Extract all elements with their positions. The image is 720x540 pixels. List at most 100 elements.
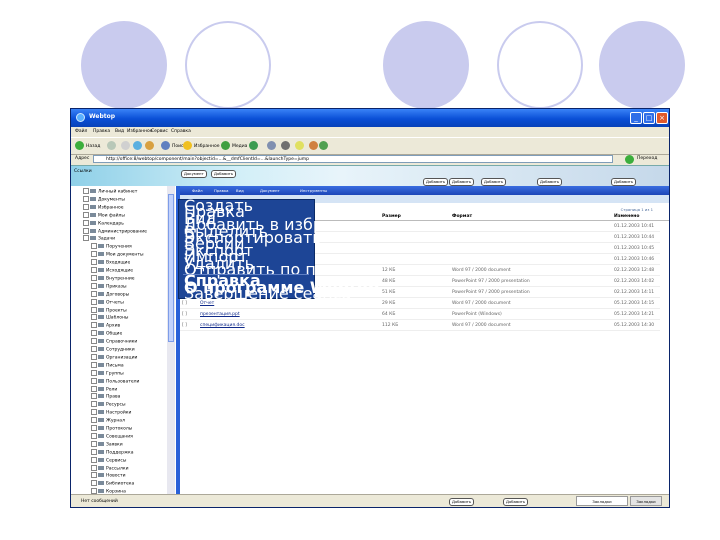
tree-item[interactable]: Мои файлы bbox=[83, 211, 125, 220]
tree-item[interactable]: Заявки bbox=[91, 440, 123, 449]
table-row[interactable]: [ ] спецификация.doc 112 КБ Word 97 / 2000 … bbox=[180, 321, 660, 331]
header-tab[interactable]: Инструменты bbox=[300, 188, 327, 193]
tree-item[interactable]: Справочники bbox=[91, 338, 137, 346]
expand-toggle-icon[interactable] bbox=[91, 377, 97, 384]
expand-toggle-icon[interactable] bbox=[91, 290, 97, 297]
tree-item[interactable]: Мои документы bbox=[91, 251, 144, 259]
menu-view[interactable]: Вид bbox=[115, 129, 124, 134]
home-button[interactable] bbox=[145, 141, 156, 151]
tree-item[interactable]: Архив bbox=[91, 322, 120, 330]
tree-item[interactable]: Ресурсы bbox=[91, 401, 126, 409]
print-button[interactable] bbox=[281, 141, 292, 151]
tree-item[interactable]: Протоколы bbox=[91, 425, 132, 433]
expand-toggle-icon[interactable] bbox=[91, 353, 97, 360]
menu-help[interactable]: Справка bbox=[171, 129, 191, 134]
close-button[interactable]: × bbox=[656, 112, 668, 124]
tab-bookmarks[interactable]: Закладки bbox=[576, 496, 628, 506]
tree-item[interactable]: Совещания bbox=[91, 432, 133, 441]
tree-item[interactable]: Общие bbox=[91, 330, 122, 338]
expand-toggle-icon[interactable] bbox=[91, 274, 97, 281]
menu-item[interactable]: Завершение сеанса bbox=[184, 286, 351, 302]
tree-item[interactable]: Задачи bbox=[83, 235, 115, 243]
banner-button[interactable]: Добавить bbox=[423, 178, 449, 186]
menu-tools[interactable]: Сервис bbox=[151, 129, 168, 134]
expand-toggle-icon[interactable] bbox=[91, 448, 97, 455]
header-tab[interactable]: Документ bbox=[260, 188, 280, 193]
tree-item[interactable]: Документы bbox=[83, 195, 125, 204]
go-button[interactable]: Переход bbox=[637, 156, 657, 161]
banner-button[interactable]: Добавить bbox=[537, 178, 563, 186]
expand-toggle-icon[interactable] bbox=[91, 338, 97, 345]
edit-button[interactable] bbox=[295, 141, 306, 151]
expand-toggle-icon[interactable] bbox=[91, 314, 97, 321]
expand-toggle-icon[interactable] bbox=[91, 401, 97, 408]
column-size[interactable]: Размер bbox=[382, 214, 401, 219]
tree-item[interactable]: Внутренние bbox=[91, 274, 135, 283]
tree-item[interactable]: Организации bbox=[91, 353, 137, 362]
back-button[interactable]: Назад bbox=[75, 141, 100, 151]
expand-toggle-icon[interactable] bbox=[91, 425, 97, 431]
tree-item[interactable]: Настройки bbox=[91, 409, 131, 417]
tree-item[interactable]: Личный кабинет bbox=[83, 188, 137, 196]
tree-item[interactable]: Проекты bbox=[91, 306, 127, 315]
banner-button[interactable]: Добавить bbox=[481, 178, 507, 186]
address-input[interactable]: http://office:8/webtop/component/main?ob… bbox=[93, 155, 613, 163]
expand-toggle-icon[interactable] bbox=[91, 409, 97, 416]
tree-item[interactable]: Сотрудники bbox=[91, 346, 135, 354]
media-button[interactable]: Медиа bbox=[221, 141, 247, 151]
tree-item[interactable]: Исходящие bbox=[91, 267, 133, 275]
expand-toggle-icon[interactable] bbox=[91, 282, 97, 289]
tree-item[interactable]: Поддержка bbox=[91, 448, 134, 457]
expand-toggle-icon[interactable] bbox=[91, 464, 97, 471]
tree-item[interactable]: Письма bbox=[91, 361, 124, 370]
tree-item[interactable]: Роли bbox=[91, 385, 117, 394]
expand-toggle-icon[interactable] bbox=[91, 251, 97, 258]
table-row[interactable]: [ ] презентация.ppt 64 КБ PowerPoint (Windo… bbox=[180, 310, 660, 320]
header-tab[interactable]: Файл bbox=[192, 188, 203, 193]
expand-toggle-icon[interactable] bbox=[91, 472, 97, 479]
expand-toggle-icon[interactable] bbox=[91, 432, 97, 439]
expand-toggle-icon[interactable] bbox=[91, 298, 97, 305]
header-tab[interactable]: Правка bbox=[214, 188, 228, 193]
tree-item[interactable]: Входящие bbox=[91, 259, 130, 267]
expand-toggle-icon[interactable] bbox=[91, 361, 97, 368]
tree-item[interactable]: Календарь bbox=[83, 219, 124, 228]
expand-toggle-icon[interactable] bbox=[91, 330, 97, 337]
expand-toggle-icon[interactable] bbox=[83, 211, 89, 218]
tree-item[interactable]: Договоры bbox=[91, 290, 129, 299]
banner-button[interactable]: Добавить bbox=[449, 178, 475, 186]
expand-toggle-icon[interactable] bbox=[91, 480, 97, 487]
expand-toggle-icon[interactable] bbox=[91, 456, 97, 463]
header-tab[interactable]: Вид bbox=[236, 188, 244, 193]
tree-item[interactable]: Библиотека bbox=[91, 480, 134, 488]
maximize-button[interactable]: □ bbox=[643, 112, 655, 124]
expand-toggle-icon[interactable] bbox=[91, 322, 97, 329]
tree-item[interactable]: Группы bbox=[91, 369, 124, 378]
expand-toggle-icon[interactable] bbox=[83, 188, 89, 194]
tree-item[interactable]: Новости bbox=[91, 472, 126, 480]
tree-item[interactable]: Рассылки bbox=[91, 464, 129, 473]
tree-item[interactable]: Избранное bbox=[83, 203, 124, 212]
menu-edit[interactable]: Правка bbox=[93, 129, 110, 134]
expand-toggle-icon[interactable] bbox=[91, 259, 97, 266]
tree-item[interactable]: Отчеты bbox=[91, 298, 124, 307]
menu-file[interactable]: Файл bbox=[75, 129, 87, 134]
status-button[interactable]: Добавить bbox=[503, 498, 529, 506]
expand-toggle-icon[interactable] bbox=[91, 440, 97, 447]
status-button[interactable]: Добавить bbox=[449, 498, 475, 506]
expand-toggle-icon[interactable] bbox=[91, 417, 97, 424]
scroll-thumb[interactable] bbox=[168, 194, 174, 342]
tab-bookmarks-2[interactable]: Закладки bbox=[630, 496, 662, 506]
banner-button[interactable]: Документ bbox=[181, 170, 207, 178]
row-checkbox[interactable]: [ ] bbox=[182, 310, 187, 319]
refresh-button[interactable] bbox=[133, 141, 144, 151]
tree-scrollbar[interactable] bbox=[167, 186, 175, 494]
favorites-button[interactable]: Избранное bbox=[183, 141, 220, 151]
mail-button[interactable] bbox=[267, 141, 278, 151]
row-checkbox[interactable]: [ ] bbox=[182, 321, 187, 330]
tree-item[interactable]: Приказы bbox=[91, 282, 127, 291]
expand-toggle-icon[interactable] bbox=[83, 219, 89, 226]
tree-item[interactable]: Журнал bbox=[91, 417, 125, 425]
messenger-button[interactable] bbox=[319, 141, 330, 151]
tree-item[interactable]: Пользователи bbox=[91, 377, 139, 386]
